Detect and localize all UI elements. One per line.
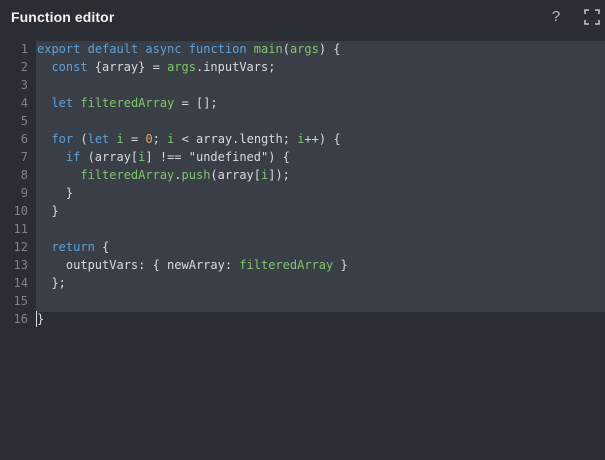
code-text[interactable]: } bbox=[37, 184, 73, 202]
line-number: 13 bbox=[13, 258, 28, 272]
line-number: 2 bbox=[20, 60, 28, 74]
help-icon[interactable]: ? bbox=[549, 8, 563, 26]
code-line[interactable]: 4 let filteredArray = []; bbox=[0, 94, 605, 112]
code-text[interactable]: return { bbox=[37, 238, 109, 256]
code-line[interactable]: 14 }; bbox=[0, 274, 605, 292]
code-line[interactable]: 12 return { bbox=[0, 238, 605, 256]
code-text[interactable]: let filteredArray = []; bbox=[37, 94, 217, 112]
text-cursor bbox=[36, 311, 37, 327]
line-number: 10 bbox=[13, 204, 28, 218]
code-line[interactable]: 15 bbox=[0, 292, 605, 310]
line-number: 1 bbox=[20, 42, 28, 56]
code-line[interactable]: 8 filteredArray.push(array[i]); bbox=[0, 166, 605, 184]
fullscreen-icon[interactable] bbox=[584, 9, 600, 25]
code-text[interactable]: }; bbox=[37, 274, 65, 292]
code-line[interactable]: 2 const {array} = args.inputVars; bbox=[0, 58, 605, 76]
panel-title: Function editor bbox=[11, 9, 115, 25]
line-number: 9 bbox=[20, 186, 28, 200]
line-number: 8 bbox=[20, 168, 28, 182]
code-text[interactable]: } bbox=[37, 310, 44, 328]
code-line[interactable]: 9 } bbox=[0, 184, 605, 202]
code-text[interactable]: if (array[i] !== "undefined") { bbox=[37, 148, 290, 166]
code-text[interactable]: const {array} = args.inputVars; bbox=[37, 58, 275, 76]
line-number: 5 bbox=[20, 114, 28, 128]
line-number: 7 bbox=[20, 150, 28, 164]
code-line[interactable]: 3 bbox=[0, 76, 605, 94]
line-number: 3 bbox=[20, 78, 28, 92]
code-line[interactable]: 13 outputVars: { newArray: filteredArray… bbox=[0, 256, 605, 274]
code-line[interactable]: 7 if (array[i] !== "undefined") { bbox=[0, 148, 605, 166]
code-line[interactable]: 10 } bbox=[0, 202, 605, 220]
code-line[interactable]: 16} bbox=[0, 310, 605, 328]
line-number: 15 bbox=[13, 294, 28, 308]
line-number: 4 bbox=[20, 96, 28, 110]
code-text[interactable]: filteredArray.push(array[i]); bbox=[37, 166, 290, 184]
editor-header: Function editor ? bbox=[0, 0, 605, 36]
code-editor[interactable]: 1 export default async function main(args… bbox=[0, 40, 605, 460]
code-text[interactable]: export default async function main(args)… bbox=[37, 40, 341, 58]
line-number: 11 bbox=[13, 222, 28, 236]
code-line[interactable]: 11 bbox=[0, 220, 605, 238]
code-text[interactable]: outputVars: { newArray: filteredArray } bbox=[37, 256, 348, 274]
code-line[interactable]: 1 export default async function main(args… bbox=[0, 40, 605, 58]
code-line[interactable]: 6 for (let i = 0; i < array.length; i++)… bbox=[0, 130, 605, 148]
code-text[interactable]: } bbox=[37, 202, 58, 220]
line-number: 12 bbox=[13, 240, 28, 254]
line-number: 14 bbox=[13, 276, 28, 290]
line-number: 6 bbox=[20, 132, 28, 146]
code-line[interactable]: 5 bbox=[0, 112, 605, 130]
line-number: 16 bbox=[13, 312, 28, 326]
code-text[interactable]: for (let i = 0; i < array.length; i++) { bbox=[37, 130, 340, 148]
